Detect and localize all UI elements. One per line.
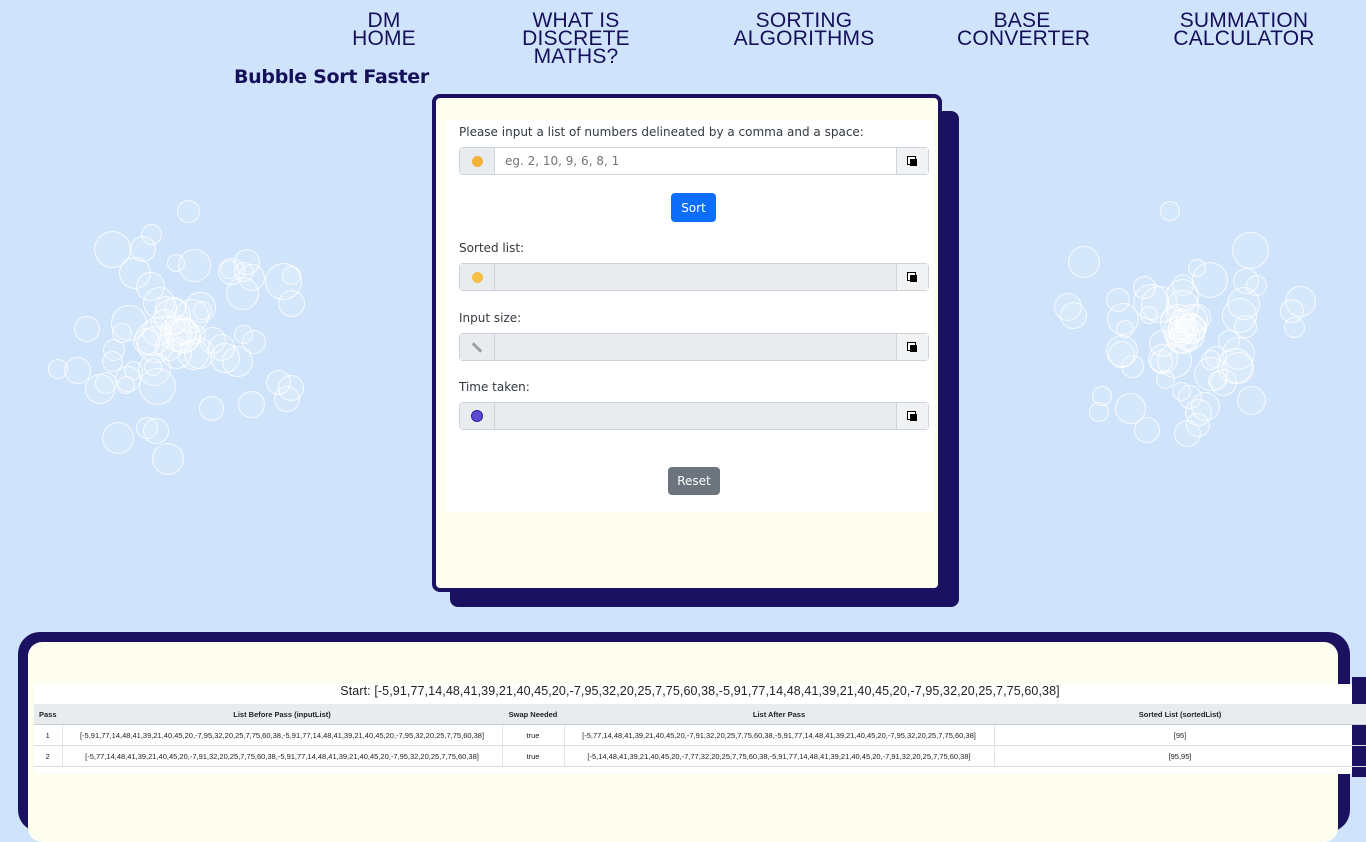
pass-cell: 2 bbox=[34, 745, 63, 767]
nav-label: HOME bbox=[352, 27, 416, 50]
bubble-decoration bbox=[1237, 385, 1267, 415]
column-header: List After Pass bbox=[564, 704, 994, 725]
sorted-cell: [95,95] bbox=[994, 745, 1366, 767]
bubble-decoration bbox=[199, 396, 225, 422]
numbers-input[interactable] bbox=[495, 148, 896, 174]
table-row: 2 [-5,77,14,48,41,39,21,40,45,20,-7,91,3… bbox=[34, 745, 1366, 767]
pass-cell: 1 bbox=[34, 724, 63, 746]
reset-button[interactable]: Reset bbox=[668, 467, 720, 495]
input-size-field[interactable] bbox=[495, 334, 896, 360]
sort-button[interactable]: Sort bbox=[671, 193, 716, 222]
sorted-list-field[interactable] bbox=[495, 264, 896, 290]
column-header: Pass bbox=[34, 704, 62, 725]
bubble-decoration bbox=[1285, 286, 1317, 318]
bubble-decoration bbox=[1088, 401, 1109, 422]
bubble-decoration bbox=[123, 361, 143, 381]
bubble-decoration bbox=[1284, 317, 1306, 339]
bubble-decoration bbox=[277, 290, 305, 318]
time-taken-field[interactable] bbox=[495, 403, 896, 429]
bubble-decoration bbox=[241, 329, 266, 354]
slightly-smiling-face-icon bbox=[460, 264, 495, 290]
after-cell: [-5,14,48,41,39,21,40,45,20,-7,77,32,20,… bbox=[564, 745, 995, 767]
bubble-decoration bbox=[73, 316, 100, 343]
bubble-decoration bbox=[1068, 246, 1101, 279]
after-cell: [-5,77,14,48,41,39,21,40,45,20,-7,91,32,… bbox=[564, 724, 995, 746]
swap-cell: true bbox=[502, 724, 565, 746]
copy-input-button[interactable] bbox=[896, 148, 928, 174]
bubbles-decoration-left bbox=[25, 175, 325, 476]
nav-base-converter[interactable]: BASE CONVERTER bbox=[957, 10, 1091, 50]
column-header: Swap Needed bbox=[502, 704, 564, 725]
bubble-decoration bbox=[1233, 315, 1257, 338]
input-size-label: Input size: bbox=[459, 311, 522, 325]
sorted-list-label: Sorted list: bbox=[459, 241, 525, 255]
bubble-decoration bbox=[135, 271, 165, 301]
page-title: Bubble Sort Faster bbox=[234, 66, 429, 88]
bubble-decoration bbox=[1174, 420, 1202, 448]
bubble-decoration bbox=[1222, 336, 1256, 370]
input-group bbox=[459, 147, 929, 175]
bubble-decoration bbox=[1187, 258, 1206, 277]
time-taken-label: Time taken: bbox=[459, 380, 530, 394]
bubble-decoration bbox=[176, 199, 200, 223]
before-cell: [-5,91,77,14,48,41,39,21,40,45,20,-7,95,… bbox=[62, 724, 503, 746]
nav-label: CALCULATOR bbox=[1173, 27, 1315, 50]
bubble-decoration bbox=[277, 374, 304, 401]
bubble-decoration bbox=[1108, 340, 1136, 368]
swap-cell: true bbox=[502, 745, 565, 767]
sorted-list-group bbox=[459, 263, 929, 291]
bubble-decoration bbox=[1176, 303, 1209, 336]
copy-icon bbox=[907, 341, 918, 353]
nav-summation-calculator[interactable]: SUMMATION CALCULATOR bbox=[1172, 10, 1316, 50]
start-list-text: Start: [-5,91,77,14,48,41,39,21,40,45,20… bbox=[340, 684, 1060, 698]
bubble-decoration bbox=[111, 304, 148, 341]
nav-dm-home[interactable]: DM HOME bbox=[352, 10, 416, 50]
column-header: Sorted List (sortedList) bbox=[994, 704, 1366, 725]
copy-time-button[interactable] bbox=[896, 403, 928, 429]
copy-sorted-button[interactable] bbox=[896, 264, 928, 290]
nav-sorting-algorithms[interactable]: SORTING ALGORITHMS bbox=[687, 9, 921, 50]
column-header: List Before Pass (inputList) bbox=[62, 704, 502, 725]
input-label: Please input a list of numbers delineate… bbox=[459, 125, 864, 139]
nav-label: SORTING ALGORITHMS bbox=[733, 9, 875, 50]
bubble-decoration bbox=[135, 417, 158, 440]
table-row: 1 [-5,91,77,14,48,41,39,21,40,45,20,-7,9… bbox=[34, 724, 1366, 746]
bubble-decoration bbox=[1191, 392, 1221, 422]
bubble-decoration bbox=[209, 343, 240, 374]
nav-label: DISCRETE MATHS? bbox=[522, 27, 630, 68]
pencil-icon bbox=[460, 334, 495, 360]
bubble-decoration bbox=[160, 314, 198, 352]
copy-size-button[interactable] bbox=[896, 334, 928, 360]
bubble-decoration bbox=[225, 277, 259, 311]
upside-down-face-icon bbox=[460, 148, 495, 174]
input-size-group bbox=[459, 333, 929, 361]
bubble-decoration bbox=[178, 248, 212, 282]
bubbles-decoration-right bbox=[1035, 175, 1335, 475]
bubble-decoration bbox=[101, 421, 134, 454]
table-header-row: Pass List Before Pass (inputList) Swap N… bbox=[34, 704, 1366, 725]
bubble-decoration bbox=[1114, 393, 1146, 425]
bubble-decoration bbox=[1059, 302, 1087, 330]
bubble-decoration bbox=[140, 224, 162, 246]
passes-table: Pass List Before Pass (inputList) Swap N… bbox=[34, 704, 1366, 767]
bubble-decoration bbox=[93, 230, 131, 268]
before-cell: [-5,77,14,48,41,39,21,40,45,20,-7,91,32,… bbox=[62, 745, 503, 767]
bubble-decoration bbox=[1231, 232, 1269, 270]
time-taken-group bbox=[459, 402, 929, 430]
copy-icon bbox=[907, 271, 918, 283]
bubble-decoration bbox=[1149, 329, 1177, 357]
copy-icon bbox=[907, 410, 918, 422]
copy-icon bbox=[907, 155, 918, 167]
nav-label: CONVERTER bbox=[957, 27, 1091, 50]
stopwatch-icon bbox=[460, 403, 495, 429]
bubble-decoration bbox=[1160, 201, 1181, 222]
bubble-decoration bbox=[1115, 319, 1134, 338]
bubble-decoration bbox=[237, 390, 265, 418]
sorted-cell: [95] bbox=[994, 724, 1366, 746]
bubble-decoration bbox=[151, 443, 184, 476]
nav-what-is-discrete-maths[interactable]: WHAT IS DISCRETE MATHS? bbox=[482, 10, 670, 68]
